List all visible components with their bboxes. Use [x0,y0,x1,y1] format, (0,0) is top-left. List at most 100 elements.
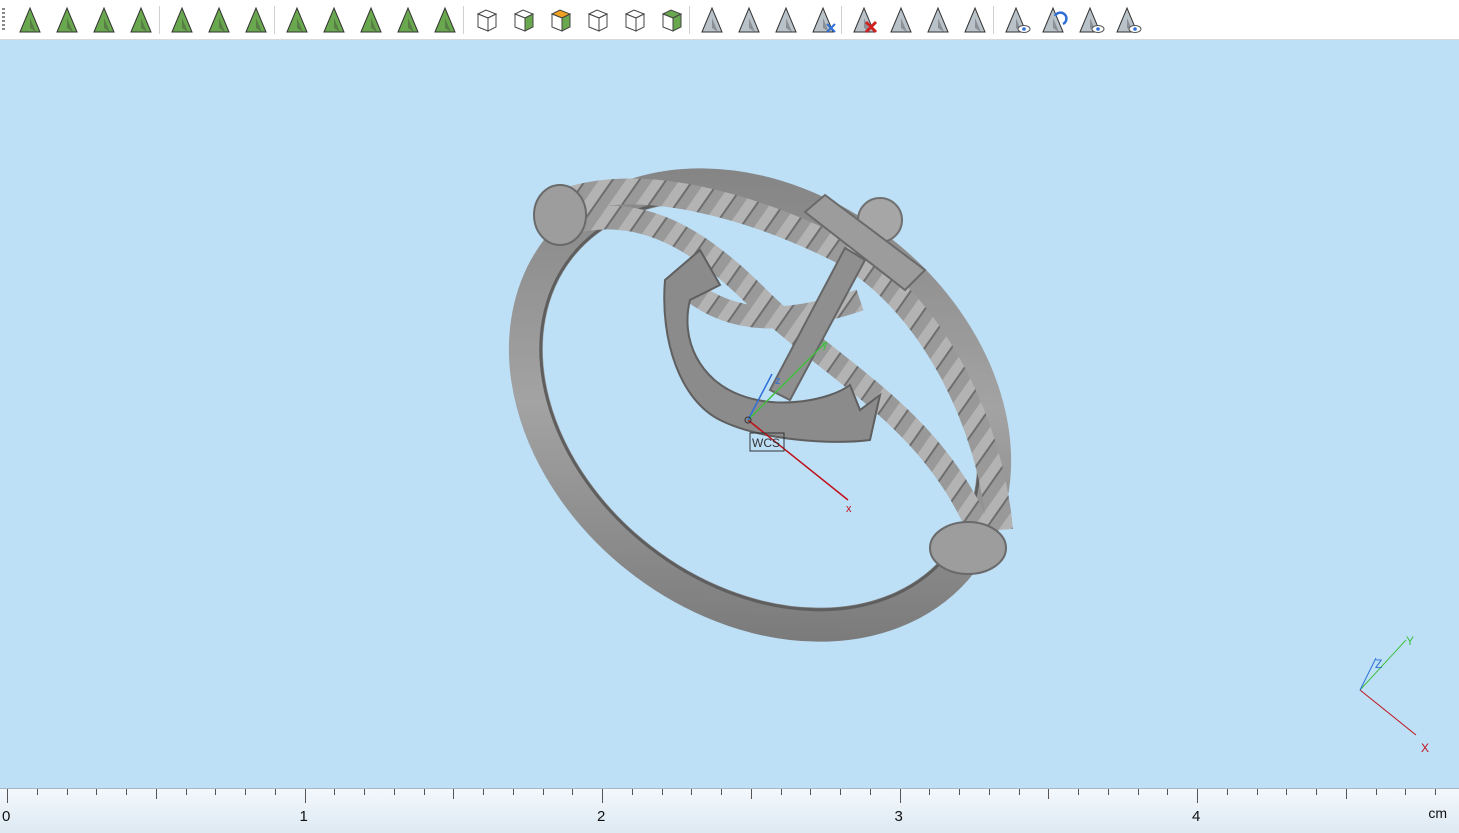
flatten-point-icon [964,6,986,33]
cube-green-button[interactable] [655,4,687,36]
ruler-tick [1316,789,1317,795]
corner-axes-triad: X Y Z [1359,634,1429,755]
corner-axis-y-label: Y [1406,634,1414,648]
ruler-tick [423,789,425,795]
cube-shaded-icon [513,9,535,32]
view-point-button[interactable] [1000,4,1032,36]
view-eye-button[interactable] [1074,4,1106,36]
ruler-label: 3 [894,808,903,825]
curve-select-icon [245,6,267,33]
freeform-select-icon [208,6,230,33]
cube-outline-icon [476,9,498,32]
select-sphere-button[interactable] [125,4,157,36]
ruler-tick [602,789,603,803]
point-grow-button[interactable] [770,4,802,36]
delete-point-icon [853,6,878,34]
toolbar-separator [689,6,690,34]
ruler-tick [1137,789,1139,795]
corner-axis-x-label: X [1421,741,1429,755]
ruler-tick [1286,789,1288,795]
ring-model[interactable] [439,94,1081,715]
circle-grid-button[interactable] [392,4,424,36]
cube-color-icon [550,9,572,32]
origin-axis-x-label: x [846,503,852,515]
rectangle-select-button[interactable] [166,4,198,36]
circle-grid-icon [397,6,419,33]
copy-point-icon [927,6,949,33]
scene-canvas[interactable]: x y z WCS X Y Z [0,40,1459,788]
ruler-tick [7,789,8,803]
freeform-select-button[interactable] [203,4,235,36]
ruler-tick [661,789,663,795]
ruler-label: 4 [1192,808,1201,825]
select-curve-icon [93,6,115,33]
view-refresh-icon [1042,6,1068,33]
ruler-tick [274,789,276,795]
ruler-tick [810,789,812,795]
cube-wire-button[interactable] [581,4,613,36]
cube-green-icon [661,9,683,32]
network-select-button[interactable] [318,4,350,36]
ruler-tick [96,789,98,795]
cube-shaded-button[interactable] [507,4,539,36]
toolbar-grip[interactable] [2,8,5,32]
curve-select-button[interactable] [240,4,272,36]
fan-select-button[interactable] [355,4,387,36]
hide-point-button[interactable] [885,4,917,36]
view-hidden-button[interactable] [1111,4,1143,36]
origin-axis-z-label: z [775,375,781,387]
circle-segment-button[interactable] [429,4,461,36]
ruler-tick [840,789,841,795]
toolbar-separator [993,6,994,34]
mesh-select-button[interactable] [281,4,313,36]
ruler-tick [364,789,365,795]
point-select-icon [701,6,723,33]
ruler-tick [393,789,395,795]
ruler-tick [126,789,127,795]
point-swap-icon [812,6,836,33]
toolbar-separator [463,6,464,34]
flatten-point-button[interactable] [959,4,991,36]
select-object-button[interactable] [14,4,46,36]
point-deselect-button[interactable] [733,4,765,36]
ruler-tick [304,789,306,803]
ruler-tick [1226,789,1228,795]
ruler-tick [1048,789,1050,799]
select-face-button[interactable] [51,4,83,36]
view-refresh-button[interactable] [1037,4,1069,36]
select-sphere-icon [130,6,152,33]
ruler-tick [572,789,574,795]
3d-viewport[interactable]: x y z WCS X Y Z [0,40,1459,788]
point-select-button[interactable] [696,4,728,36]
corner-axis-z-label: Z [1375,657,1382,671]
cube-outline-button[interactable] [470,4,502,36]
toolbar-separator [159,6,160,34]
network-select-icon [323,6,345,33]
select-object-icon [19,6,41,33]
ruler-tick [245,789,246,795]
cube-wire-icon [587,9,609,32]
toolbar-separator [841,6,842,34]
rectangle-select-icon [171,6,193,33]
ruler-tick [1256,789,1258,795]
ruler-tick [1375,789,1377,795]
view-hidden-icon [1116,6,1142,33]
ruler-tick [334,789,336,795]
select-curve-button[interactable] [88,4,120,36]
delete-point-button[interactable] [848,4,880,36]
cube-cut-button[interactable] [618,4,650,36]
select-face-icon [56,6,78,33]
ruler-unit: cm [1428,805,1447,821]
mesh-select-icon [286,6,308,33]
copy-point-button[interactable] [922,4,954,36]
point-deselect-icon [738,6,760,33]
ruler-tick [988,789,990,795]
ruler-tick [869,789,871,795]
cube-color-button[interactable] [544,4,576,36]
ruler-tick [721,789,722,795]
ruler-tick [899,789,901,803]
ruler-tick [542,789,544,795]
ruler-tick [36,789,38,795]
ruler-tick [215,789,217,795]
point-swap-button[interactable] [807,4,839,36]
